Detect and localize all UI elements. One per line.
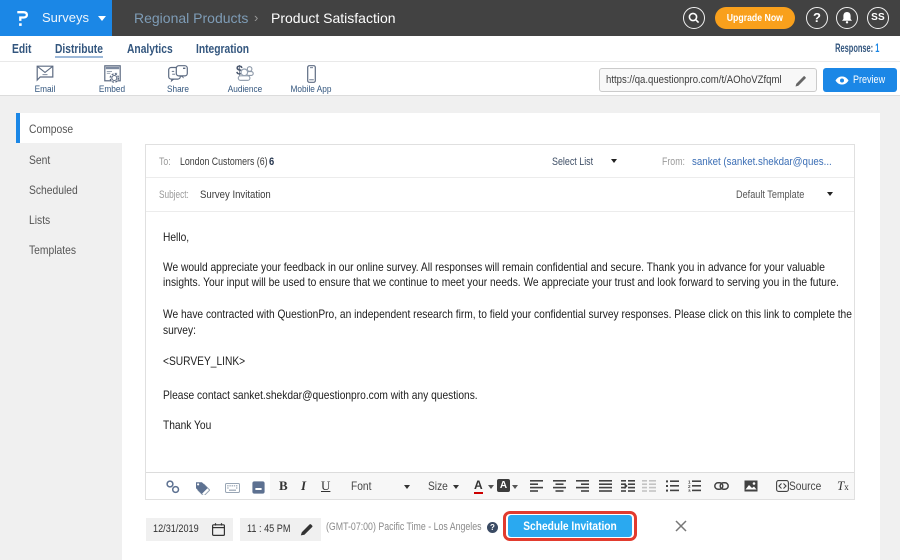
svg-text:3: 3	[688, 489, 691, 492]
